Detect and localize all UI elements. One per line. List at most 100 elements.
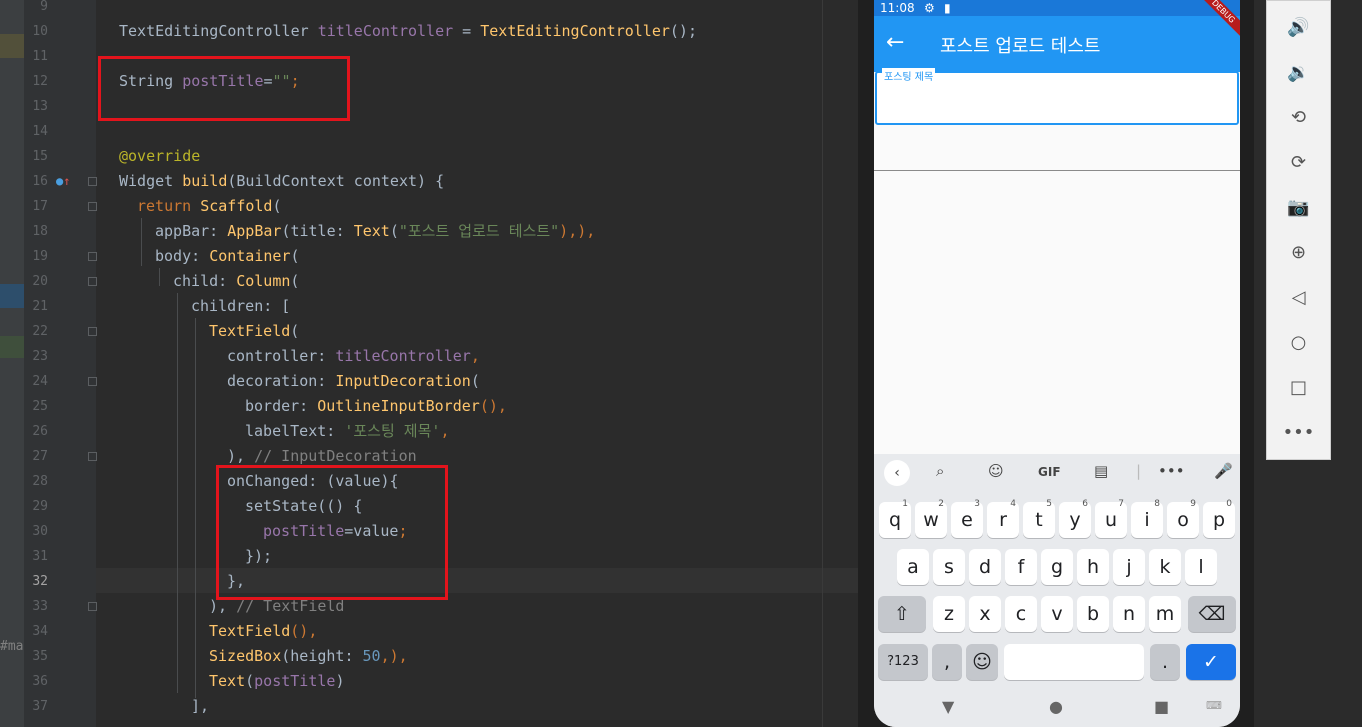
key-number-hint: 2 — [938, 499, 944, 509]
fold-marker[interactable] — [88, 377, 97, 386]
key-c[interactable]: c — [1005, 596, 1037, 632]
soft-keyboard[interactable]: ‹ ⌕ ☺ GIF ▤ | ••• 🎤 ⇧ ⌫ ?123 , ☺ . ✓ q1w… — [874, 454, 1240, 687]
key-number-hint: 5 — [1046, 499, 1052, 509]
fold-marker[interactable] — [88, 202, 97, 211]
line-number: 28 — [32, 474, 48, 489]
line-number: 26 — [32, 424, 48, 439]
more-icon[interactable]: ••• — [1158, 462, 1185, 480]
key-y[interactable]: y6 — [1059, 499, 1091, 538]
key-l[interactable]: l — [1185, 549, 1217, 585]
key-j[interactable]: j — [1113, 549, 1145, 585]
code-line-22: TextField( — [209, 322, 300, 340]
right-margin-guide — [822, 0, 823, 727]
clipboard-icon[interactable]: ▤ — [1094, 462, 1108, 480]
key-label: q — [888, 509, 902, 531]
rotate-left-icon[interactable]: ⟲ — [1267, 107, 1330, 128]
line-number: 33 — [32, 599, 48, 614]
line-number: 21 — [32, 299, 48, 314]
camera-icon[interactable]: 📷 — [1267, 197, 1330, 218]
key-x[interactable]: x — [969, 596, 1001, 632]
key-s[interactable]: s — [933, 549, 965, 585]
space-key[interactable] — [1004, 644, 1144, 680]
overview-square-icon[interactable]: □ — [1267, 377, 1330, 398]
line-number: 11 — [32, 49, 48, 64]
toolbar-divider: | — [1136, 462, 1142, 480]
code-line-16: Widget build(BuildContext context) { — [119, 172, 445, 190]
key-n[interactable]: n — [1113, 596, 1145, 632]
key-m[interactable]: m — [1149, 596, 1181, 632]
collapse-chevron-icon[interactable]: ‹ — [884, 460, 910, 486]
key-d[interactable]: d — [969, 549, 1001, 585]
key-h[interactable]: h — [1077, 549, 1109, 585]
fold-marker[interactable] — [88, 602, 97, 611]
key-number-hint: 3 — [974, 499, 980, 509]
line-number: 31 — [32, 549, 48, 564]
key-label: i — [1144, 509, 1150, 531]
override-gutter-icon[interactable]: ●↑ — [56, 174, 70, 188]
key-w[interactable]: w2 — [915, 499, 947, 538]
more-options-icon[interactable]: ••• — [1267, 422, 1330, 443]
key-a[interactable]: a — [897, 549, 929, 585]
key-p[interactable]: p0 — [1203, 499, 1235, 538]
key-b[interactable]: b — [1077, 596, 1109, 632]
key-u[interactable]: u7 — [1095, 499, 1127, 538]
key-t[interactable]: t5 — [1023, 499, 1055, 538]
comma-key[interactable]: , — [932, 644, 962, 680]
line-number: 9 — [40, 0, 48, 14]
code-line-18: appBar: AppBar(title: Text("포스트 업로드 테스트"… — [155, 222, 596, 240]
key-o[interactable]: o9 — [1167, 499, 1199, 538]
fold-marker[interactable] — [88, 277, 97, 286]
back-triangle-icon[interactable]: ◁ — [1267, 287, 1330, 308]
settings-icon: ⚙ — [924, 1, 935, 15]
second-text-field[interactable] — [874, 170, 1240, 171]
line-number: 37 — [32, 699, 48, 714]
line-number: 18 — [32, 224, 48, 239]
fold-marker[interactable] — [88, 452, 97, 461]
volume-down-icon[interactable]: 🔉 — [1267, 62, 1330, 83]
backspace-key-icon[interactable]: ⌫ — [1188, 596, 1236, 632]
nav-recents-icon[interactable]: ■ — [1154, 697, 1169, 716]
emoji-key-icon[interactable]: ☺ — [966, 644, 998, 680]
key-label: o — [1177, 509, 1189, 531]
key-e[interactable]: e3 — [951, 499, 983, 538]
key-f[interactable]: f — [1005, 549, 1037, 585]
fold-marker[interactable] — [88, 177, 97, 186]
period-key[interactable]: . — [1150, 644, 1180, 680]
fold-marker[interactable] — [88, 327, 97, 336]
line-number: 17 — [32, 199, 48, 214]
zoom-icon[interactable]: ⊕ — [1267, 242, 1330, 263]
keyboard-switch-icon[interactable]: ⌨ — [1206, 699, 1222, 712]
key-r[interactable]: r4 — [987, 499, 1019, 538]
key-number-hint: 1 — [902, 499, 908, 509]
code-line-20: child: Column( — [173, 272, 300, 290]
sticker-icon[interactable]: ☺ — [988, 462, 1004, 480]
key-q[interactable]: q1 — [879, 499, 911, 538]
enter-check-icon[interactable]: ✓ — [1186, 644, 1236, 680]
key-g[interactable]: g — [1041, 549, 1073, 585]
nav-home-icon[interactable]: ● — [1049, 697, 1063, 716]
app-body — [874, 72, 1240, 454]
back-arrow-icon[interactable]: ← — [886, 30, 904, 55]
fold-marker[interactable] — [88, 252, 97, 261]
line-number: 13 — [32, 99, 48, 114]
home-circle-icon[interactable]: ○ — [1267, 332, 1330, 353]
key-number-hint: 6 — [1082, 499, 1088, 509]
phone-screen[interactable]: 11:08 ⚙ ▮ ← 포스트 업로드 테스트 DEBUG 포스팅 제목 ‹ ⌕… — [874, 0, 1240, 727]
nav-back-icon[interactable]: ▼ — [942, 697, 954, 716]
key-k[interactable]: k — [1149, 549, 1181, 585]
rotate-right-icon[interactable]: ⟳ — [1267, 152, 1330, 173]
key-z[interactable]: z — [933, 596, 965, 632]
key-i[interactable]: i8 — [1131, 499, 1163, 538]
key-v[interactable]: v — [1041, 596, 1073, 632]
shift-key-icon[interactable]: ⇧ — [878, 596, 926, 632]
code-line-10: TextEditingController titleController = … — [119, 22, 697, 40]
code-editor[interactable]: #ma 9 10 11 12 13 14 15 16 17 18 19 20 21 22 23 24 25 26 2… — [0, 0, 858, 727]
search-icon[interactable]: ⌕ — [936, 462, 944, 480]
symbols-key[interactable]: ?123 — [878, 644, 928, 680]
volume-up-icon[interactable]: 🔊 — [1267, 17, 1330, 38]
gif-button[interactable]: GIF — [1038, 465, 1061, 479]
line-number: 36 — [32, 674, 48, 689]
mic-icon[interactable]: 🎤 — [1214, 462, 1233, 480]
code-line-36: Text(postTitle) — [209, 672, 345, 690]
key-number-hint: 7 — [1118, 499, 1124, 509]
